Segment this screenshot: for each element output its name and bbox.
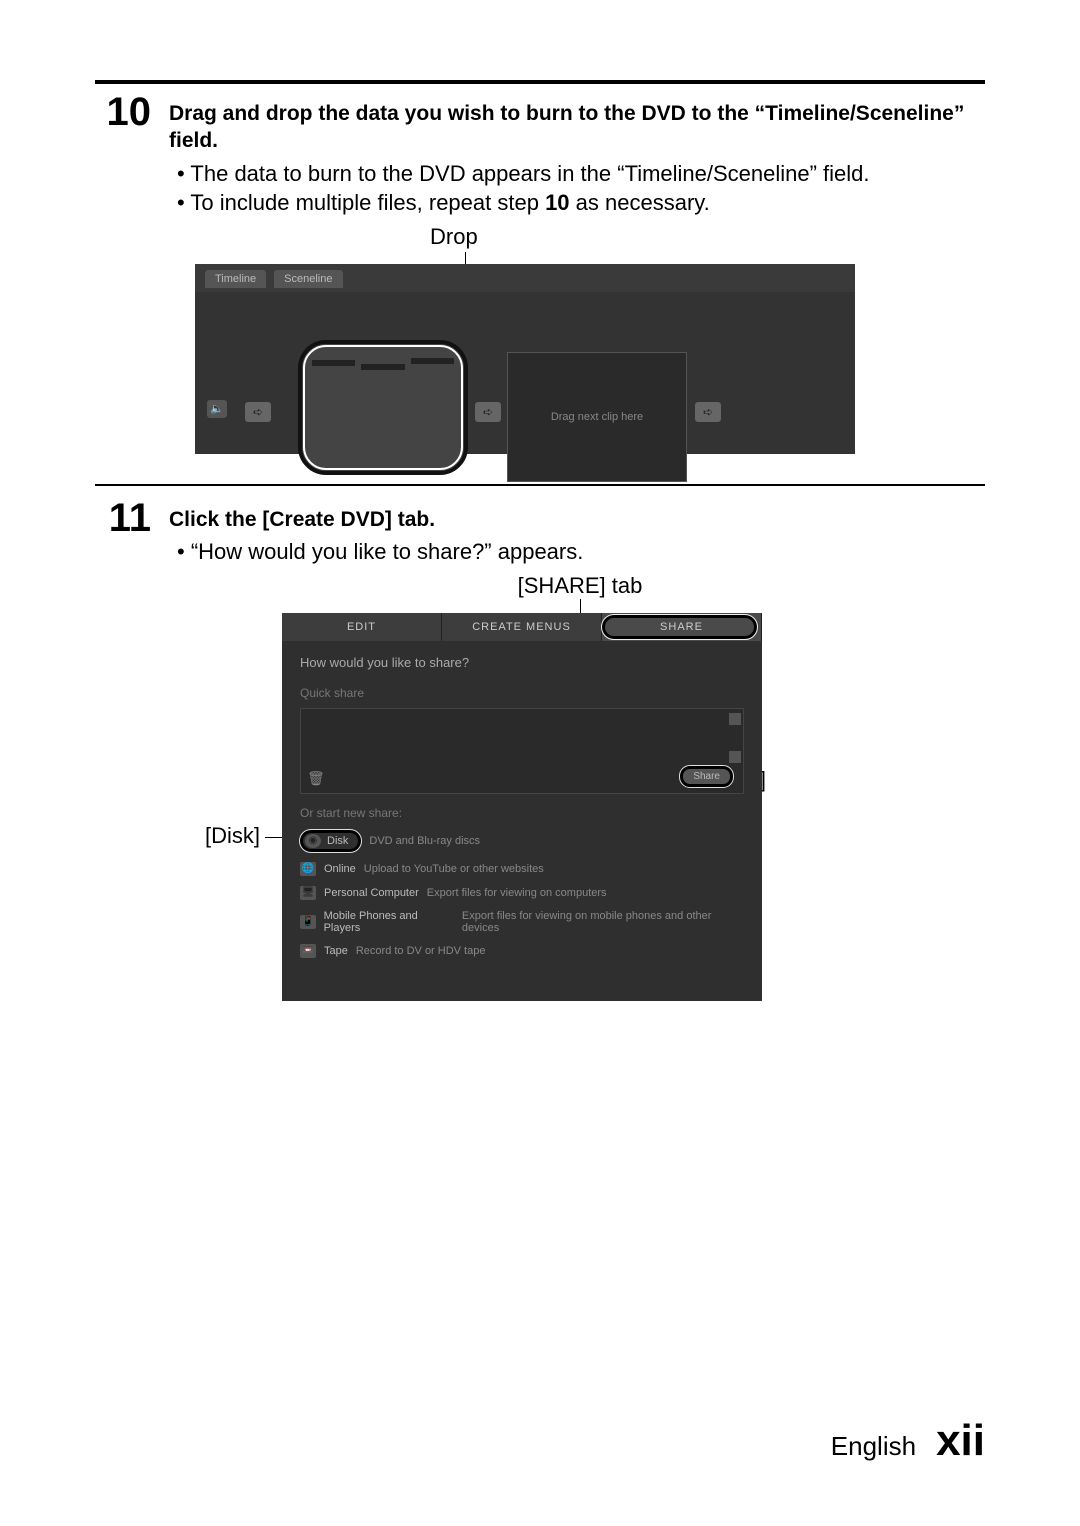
- scroll-down-icon[interactable]: [729, 751, 741, 763]
- next-arrow-button[interactable]: ➪: [475, 402, 501, 422]
- next-arrow-button[interactable]: ➪: [695, 402, 721, 422]
- disc-icon: ◉: [305, 834, 321, 848]
- share-option-tape[interactable]: 📼 Tape Record to DV or HDV tape: [300, 944, 744, 958]
- step-number: 10: [95, 92, 151, 218]
- disk-callout-label: [Disk]: [205, 823, 260, 849]
- trash-icon[interactable]: 🗑: [307, 770, 325, 787]
- share-option-disk[interactable]: ◉ Disk DVD and Blu-ray discs: [300, 830, 744, 852]
- share-panel-screenshot: EDIT CREATE MENUS SHARE How would you li…: [282, 613, 762, 1001]
- footer-language: English: [831, 1431, 916, 1462]
- empty-clip-slot[interactable]: Drag next clip here: [507, 352, 687, 482]
- create-menus-tab[interactable]: CREATE MENUS: [442, 613, 602, 641]
- share-question: How would you like to share?: [300, 655, 744, 670]
- timeline-tab[interactable]: Timeline: [205, 270, 266, 288]
- drop-callout-line: [465, 252, 855, 264]
- scroll-up-icon[interactable]: [729, 713, 741, 725]
- edit-tab[interactable]: EDIT: [282, 613, 442, 641]
- step-title: Drag and drop the data you wish to burn …: [169, 100, 985, 155]
- quick-share-label: Quick share: [300, 686, 744, 700]
- share-option-pc[interactable]: 🖥 Personal Computer Export files for vie…: [300, 886, 744, 900]
- sceneline-tab[interactable]: Sceneline: [274, 270, 342, 288]
- globe-icon: 🌐: [300, 862, 316, 876]
- or-start-new-label: Or start new share:: [300, 806, 744, 820]
- section-rule: [95, 80, 985, 84]
- drop-callout-label: Drop: [430, 224, 855, 250]
- disk-option-highlight: ◉ Disk: [300, 830, 361, 852]
- next-arrow-button[interactable]: ➪: [245, 402, 271, 422]
- share-button[interactable]: Share: [680, 766, 733, 787]
- phone-icon: 📱: [300, 915, 316, 929]
- speaker-icon[interactable]: 🔈: [207, 400, 227, 418]
- footer-page-number: xii: [936, 1416, 985, 1466]
- bullet-item: “How would you like to share?” appears.: [177, 537, 985, 567]
- monitor-icon: 🖥: [300, 886, 316, 900]
- bullet-item: The data to burn to the DVD appears in t…: [177, 159, 985, 189]
- share-tab-callout-line: [580, 599, 985, 613]
- section-rule: [95, 484, 985, 486]
- step-10: 10 Drag and drop the data you wish to bu…: [95, 92, 985, 218]
- dropped-clip-thumbnail[interactable]: [298, 340, 468, 475]
- share-option-mobile[interactable]: 📱 Mobile Phones and Players Export files…: [300, 910, 744, 934]
- share-option-online[interactable]: 🌐 Online Upload to YouTube or other webs…: [300, 862, 744, 876]
- page-footer: English xii: [831, 1416, 985, 1466]
- share-tab-highlight: [602, 615, 757, 639]
- step-11: 11 Click the [Create DVD] tab. “How woul…: [95, 498, 985, 567]
- step-number: 11: [95, 498, 151, 567]
- timeline-screenshot: Timeline Sceneline 🔈 ➪ ➪ Drag next clip …: [195, 264, 855, 454]
- share-tab-callout-label: [SHARE] tab: [505, 573, 655, 599]
- tape-icon: 📼: [300, 944, 316, 958]
- quick-share-list[interactable]: 🗑 Share: [300, 708, 744, 794]
- step-title: Click the [Create DVD] tab.: [169, 506, 985, 533]
- bullet-item: To include multiple files, repeat step 1…: [177, 188, 985, 218]
- drag-placeholder-text: Drag next clip here: [551, 411, 643, 423]
